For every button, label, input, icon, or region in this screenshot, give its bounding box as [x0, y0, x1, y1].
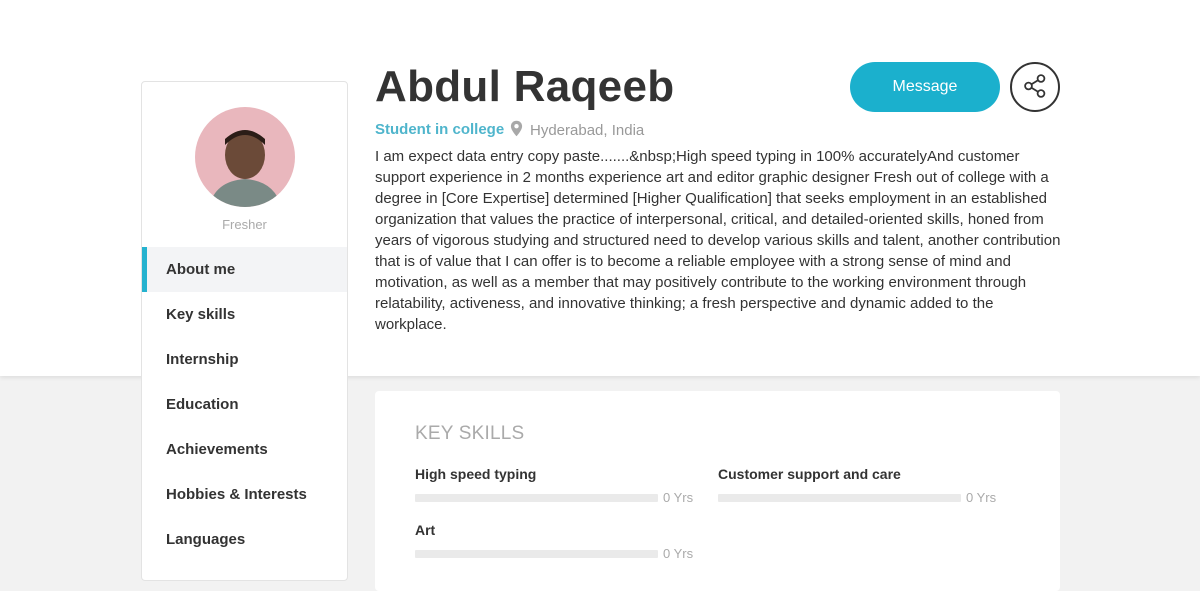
- skill-item: Art 0 Yrs: [415, 522, 695, 561]
- experience-level: Fresher: [222, 217, 267, 232]
- skill-level-bar: [415, 493, 658, 502]
- skill-item: High speed typing 0 Yrs: [415, 466, 695, 505]
- sidebar-item-achievements[interactable]: Achievements: [142, 427, 347, 472]
- profile-sidebar: Fresher About me Key skills Internship E…: [141, 81, 348, 581]
- sidebar-item-education[interactable]: Education: [142, 382, 347, 427]
- skill-name: Customer support and care: [718, 466, 901, 482]
- skill-years: 0 Yrs: [966, 490, 997, 505]
- skill-name: Art: [415, 522, 436, 538]
- skill-name: High speed typing: [415, 466, 537, 482]
- map-pin-icon: [510, 120, 523, 141]
- profile-section-menu: About me Key skills Internship Education…: [142, 247, 347, 562]
- skill-years: 0 Yrs: [663, 546, 694, 561]
- sidebar-item-key-skills[interactable]: Key skills: [142, 292, 347, 337]
- skill-item: Customer support and care 0 Yrs: [718, 466, 998, 505]
- sidebar-item-languages[interactable]: Languages: [142, 517, 347, 562]
- key-skills-card: KEY SKILLS High speed typing 0 Yrs Custo…: [375, 391, 1060, 591]
- sidebar-item-about-me[interactable]: About me: [142, 247, 347, 292]
- location-text: Hyderabad, India: [530, 122, 645, 139]
- sidebar-item-hobbies-interests[interactable]: Hobbies & Interests: [142, 472, 347, 517]
- profile-status: Student in college: [375, 121, 505, 138]
- key-skills-title: KEY SKILLS: [415, 423, 525, 444]
- profile-location: Hyderabad, India: [510, 120, 644, 141]
- skill-level-bar: [415, 549, 658, 558]
- skill-years: 0 Yrs: [663, 490, 694, 505]
- avatar: [195, 107, 295, 207]
- profile-name: Abdul Raqeeb: [375, 62, 675, 111]
- profile-bio: I am expect data entry copy paste.......…: [375, 148, 1061, 333]
- share-icon: [1022, 73, 1048, 102]
- message-button[interactable]: Message: [850, 62, 1000, 112]
- skill-level-bar: [718, 493, 961, 502]
- share-button[interactable]: [1010, 62, 1060, 112]
- sidebar-item-internship[interactable]: Internship: [142, 337, 347, 382]
